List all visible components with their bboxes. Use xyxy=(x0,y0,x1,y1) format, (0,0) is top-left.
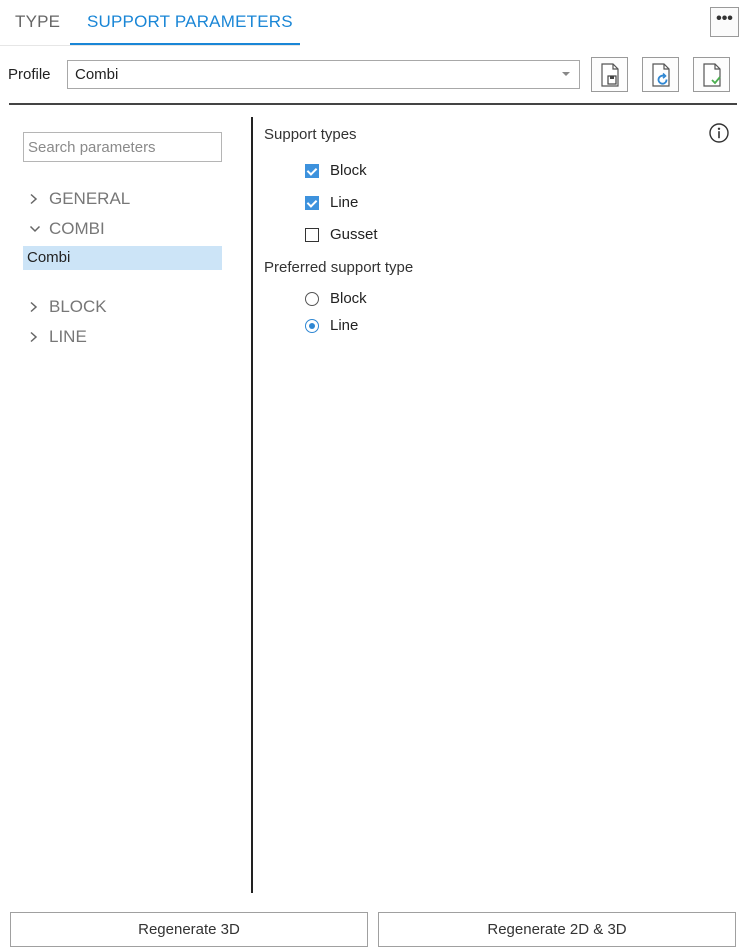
preferred-block-radio[interactable]: Block xyxy=(305,290,367,307)
tree-item-label: COMBI xyxy=(49,219,105,238)
regenerate-3d-button[interactable]: Regenerate 3D xyxy=(10,912,368,947)
support-type-gusset-checkbox[interactable]: Gusset xyxy=(305,226,378,243)
tree-item-label: GENERAL xyxy=(49,189,131,208)
tree-item-line[interactable]: LINE xyxy=(29,327,87,347)
reload-profile-button[interactable] xyxy=(642,57,679,92)
checkbox-checked-icon xyxy=(305,195,319,210)
tab-type[interactable]: TYPE xyxy=(15,12,60,32)
file-save-icon xyxy=(600,62,619,87)
profile-divider xyxy=(9,103,737,105)
support-types-label: Support types xyxy=(264,126,357,143)
panel-splitter[interactable] xyxy=(251,117,253,893)
preferred-line-radio[interactable]: Line xyxy=(305,317,358,334)
profile-dropdown[interactable]: Combi xyxy=(67,60,580,89)
preferred-support-type-label: Preferred support type xyxy=(264,259,414,276)
checkbox-checked-icon xyxy=(305,163,319,178)
more-options-button[interactable]: ••• xyxy=(710,7,739,37)
support-type-block-checkbox[interactable]: Block xyxy=(305,162,367,179)
checkbox-label: Line xyxy=(330,194,359,211)
file-check-icon xyxy=(702,62,721,87)
support-type-line-checkbox[interactable]: Line xyxy=(305,194,358,211)
chevron-right-icon xyxy=(29,331,49,343)
save-profile-button[interactable] xyxy=(591,57,628,92)
tree-item-label: LINE xyxy=(49,327,87,346)
tab-support-parameters[interactable]: SUPPORT PARAMETERS xyxy=(87,12,293,32)
tree-item-block[interactable]: BLOCK xyxy=(29,297,107,317)
profile-label: Profile xyxy=(8,66,51,83)
ellipsis-icon: ••• xyxy=(716,10,733,27)
chevron-down-icon xyxy=(562,72,570,76)
radio-label: Line xyxy=(330,317,359,334)
chevron-right-icon xyxy=(29,301,49,313)
profile-value: Combi xyxy=(75,66,119,83)
radio-selected-icon xyxy=(305,318,319,333)
tree-item-label: BLOCK xyxy=(49,297,107,316)
file-refresh-icon xyxy=(651,62,670,87)
checkbox-label: Gusset xyxy=(330,226,378,243)
active-tab-indicator xyxy=(70,43,300,45)
chevron-right-icon xyxy=(29,193,49,205)
regenerate-2d-3d-button[interactable]: Regenerate 2D & 3D xyxy=(378,912,736,947)
info-icon[interactable] xyxy=(708,122,730,144)
chevron-down-icon xyxy=(29,224,49,234)
tree-item-combi[interactable]: COMBI xyxy=(29,219,105,239)
apply-profile-button[interactable] xyxy=(693,57,730,92)
search-parameters-input[interactable] xyxy=(23,132,222,162)
checkbox-label: Block xyxy=(330,162,367,179)
checkbox-unchecked-icon xyxy=(305,227,319,242)
tree-item-general[interactable]: GENERAL xyxy=(29,189,130,209)
radio-unselected-icon xyxy=(305,291,319,306)
radio-label: Block xyxy=(330,290,367,307)
tree-subitem-combi[interactable]: Combi xyxy=(23,246,222,270)
tabs-divider xyxy=(0,45,300,46)
